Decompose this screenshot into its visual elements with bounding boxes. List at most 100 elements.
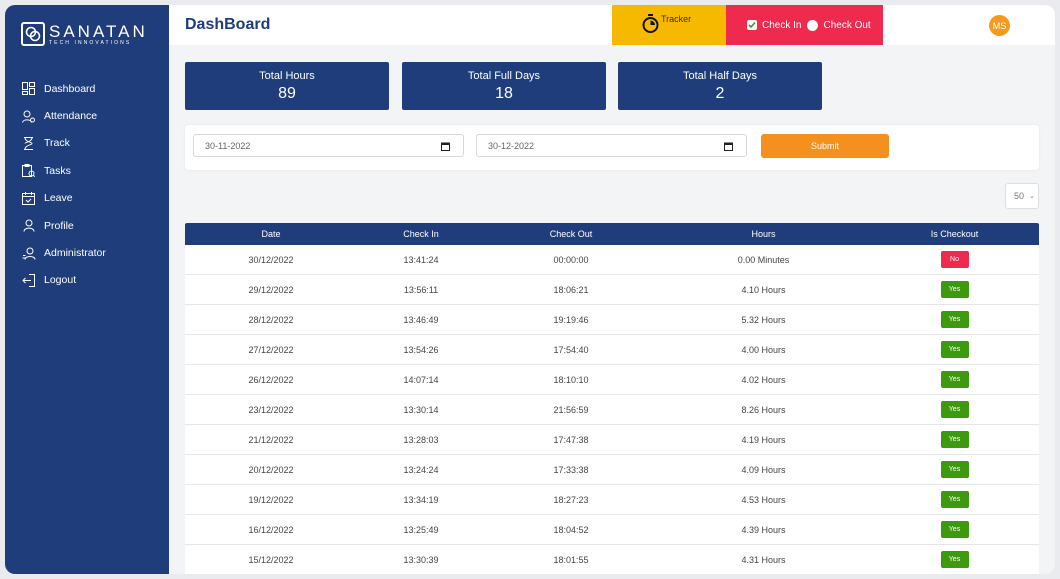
- row-date: 21/12/2022: [248, 434, 294, 445]
- row-check-in: 13:28:03: [403, 434, 439, 445]
- check-in-label[interactable]: Check In: [762, 20, 801, 31]
- brand-logo[interactable]: SANATAN TECH INNOVATIONS: [21, 21, 151, 47]
- from-date-input[interactable]: 30-11-2022: [193, 134, 464, 157]
- row-is-checkout: Yes: [870, 485, 1039, 514]
- row-hours: 4.19 Hours: [741, 434, 786, 445]
- row-date: 27/12/2022: [248, 344, 294, 355]
- status-badge: Yes: [940, 521, 969, 538]
- tracker-label: Tracker: [661, 14, 692, 24]
- column-header-is-checkout[interactable]: Is Checkout: [870, 223, 1039, 245]
- row-date: 16/12/2022: [248, 524, 294, 535]
- row-check-in: 13:30:14: [403, 404, 439, 415]
- row-hours: 4.10 Hours: [741, 284, 786, 295]
- sidebar-item-label: Administrator: [44, 247, 106, 260]
- stat-label: Total Hours: [259, 70, 315, 82]
- column-header-check-out[interactable]: Check Out: [485, 223, 657, 245]
- dashboard-icon: [21, 81, 36, 96]
- sidebar-nav: Dashboard Attendance Track Tasks Leave P…: [5, 75, 169, 294]
- brand-tagline: TECH INNOVATIONS: [49, 39, 132, 46]
- stat-card-total-half-days: Total Half Days 2: [618, 62, 822, 110]
- row-is-checkout: Yes: [870, 425, 1039, 454]
- to-date-input[interactable]: 30-12-2022: [476, 134, 747, 157]
- row-check-in: 13:34:19: [403, 494, 439, 505]
- row-hours: 0.00 Minutes: [737, 254, 790, 265]
- table-row: 29/12/2022 13:56:11 18:06:21 4.10 Hours Yes: [185, 275, 1039, 305]
- stat-label: Total Full Days: [467, 70, 541, 82]
- stat-card-total-hours: Total Hours 89: [185, 62, 389, 110]
- status-badge: Yes: [940, 491, 969, 508]
- check-out-radio[interactable]: [807, 19, 819, 31]
- row-date: 26/12/2022: [248, 374, 294, 385]
- row-is-checkout: Yes: [870, 335, 1039, 364]
- table-row: 27/12/2022 13:54:26 17:54:40 4.00 Hours Yes: [185, 335, 1039, 365]
- top-header: DashBoard Tracker Check In Check Out MS: [169, 5, 1055, 45]
- sidebar-item-leave[interactable]: Leave: [5, 185, 169, 212]
- sidebar-item-attendance[interactable]: Attendance: [5, 102, 169, 129]
- row-check-in: 13:46:49: [403, 314, 439, 325]
- date-filter-panel: 30-11-2022 30-12-2022 Submit: [185, 125, 1039, 170]
- calendar-icon[interactable]: [441, 142, 450, 153]
- row-check-out: 19:19:46: [553, 314, 589, 325]
- row-check-out: 17:54:40: [553, 344, 589, 355]
- row-is-checkout: Yes: [870, 305, 1039, 334]
- sidebar-item-administrator[interactable]: Administrator: [5, 239, 169, 266]
- sidebar-item-dashboard[interactable]: Dashboard: [5, 75, 169, 102]
- row-date: 19/12/2022: [248, 494, 294, 505]
- user-icon: [21, 218, 36, 233]
- status-badge: Yes: [940, 281, 969, 298]
- row-is-checkout: Yes: [870, 515, 1039, 544]
- app-frame: SANATAN TECH INNOVATIONS Dashboard Atten…: [5, 5, 1055, 574]
- stat-value: 18: [495, 85, 513, 102]
- stat-value: 89: [278, 85, 296, 102]
- from-date-value: 30-11-2022: [205, 140, 251, 151]
- brand-name: SANATAN: [49, 21, 148, 41]
- column-header-date[interactable]: Date: [185, 223, 357, 245]
- sidebar-item-label: Leave: [44, 192, 73, 205]
- sidebar-item-logout[interactable]: Logout: [5, 267, 169, 294]
- row-hours: 4.53 Hours: [741, 494, 786, 505]
- row-check-out: 18:04:52: [553, 524, 589, 535]
- sidebar-item-tasks[interactable]: Tasks: [5, 157, 169, 184]
- check-in-checkbox[interactable]: [747, 20, 757, 30]
- to-date-value: 30-12-2022: [488, 140, 535, 151]
- row-check-out: 00:00:00: [553, 254, 589, 265]
- row-date: 23/12/2022: [248, 404, 294, 415]
- status-badge: Yes: [940, 401, 969, 418]
- stopwatch-icon: [642, 14, 661, 35]
- status-badge: No: [940, 251, 969, 268]
- column-header-check-in[interactable]: Check In: [357, 223, 485, 245]
- sidebar-item-label: Attendance: [44, 110, 98, 123]
- table-row: 16/12/2022 13:25:49 18:04:52 4.39 Hours Yes: [185, 515, 1039, 545]
- sidebar: SANATAN TECH INNOVATIONS Dashboard Atten…: [5, 5, 169, 574]
- sidebar-item-profile[interactable]: Profile: [5, 212, 169, 239]
- row-date: 20/12/2022: [248, 464, 294, 475]
- avatar[interactable]: MS: [989, 15, 1010, 36]
- status-badge: Yes: [940, 311, 969, 328]
- row-hours: 8.26 Hours: [741, 404, 786, 415]
- column-header-hours[interactable]: Hours: [657, 223, 870, 245]
- submit-button[interactable]: Submit: [761, 134, 889, 158]
- page-size-select[interactable]: 50 ⌄: [1005, 183, 1039, 209]
- row-hours: 4.02 Hours: [741, 374, 786, 385]
- row-check-out: 18:27:23: [553, 494, 589, 505]
- tasks-icon: [21, 163, 36, 178]
- tracker-button[interactable]: Tracker: [612, 5, 726, 45]
- page-title: DashBoard: [185, 16, 271, 33]
- row-check-out: 21:56:59: [553, 404, 589, 415]
- row-is-checkout: Yes: [870, 455, 1039, 484]
- row-is-checkout: Yes: [870, 275, 1039, 304]
- row-check-out: 18:06:21: [553, 284, 589, 295]
- attendance-table: Date Check In Check Out Hours Is Checkou…: [185, 223, 1039, 574]
- table-header: Date Check In Check Out Hours Is Checkou…: [185, 223, 1039, 245]
- sidebar-item-label: Tasks: [44, 164, 71, 177]
- table-row: 28/12/2022 13:46:49 19:19:46 5.32 Hours Yes: [185, 305, 1039, 335]
- sidebar-item-label: Profile: [44, 219, 74, 232]
- row-date: 15/12/2022: [248, 554, 294, 565]
- table-row: 19/12/2022 13:34:19 18:27:23 4.53 Hours Yes: [185, 485, 1039, 515]
- sidebar-item-track[interactable]: Track: [5, 130, 169, 157]
- check-out-label[interactable]: Check Out: [823, 20, 870, 31]
- calendar-icon: [21, 191, 36, 206]
- row-check-out: 17:47:38: [553, 434, 589, 445]
- row-check-out: 18:01:55: [553, 554, 589, 565]
- calendar-icon[interactable]: [724, 142, 733, 153]
